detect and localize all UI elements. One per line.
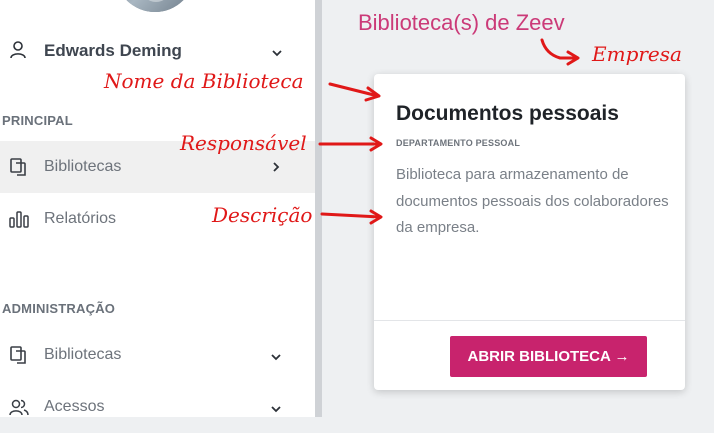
library-description: Biblioteca para armazenamento de documen…: [396, 166, 669, 236]
chevron-down-icon[interactable]: [270, 351, 282, 363]
library-department: DEPARTAMENTO PESSOAL: [396, 138, 521, 148]
sidebar-item-label: Acessos: [44, 398, 105, 415]
user-menu[interactable]: Edwards Deming: [0, 30, 315, 70]
user-icon: [10, 41, 26, 59]
chevron-down-icon[interactable]: [270, 403, 282, 415]
sidebar-item-label: Bibliotecas: [44, 346, 122, 363]
library-card: Documentos pessoais DEPARTAMENTO PESSOAL…: [374, 74, 685, 390]
sidebar-item-label: Bibliotecas: [44, 158, 122, 175]
section-label-principal: PRINCIPAL: [2, 113, 73, 128]
sidebar-item-label: Relatórios: [44, 210, 117, 227]
copy-icon: [10, 158, 26, 176]
chevron-right-icon: [273, 162, 280, 172]
card-divider: [374, 320, 685, 321]
annotation-empresa: Empresa: [592, 42, 682, 66]
sidebar-item-acessos[interactable]: Acessos: [0, 381, 315, 433]
annotation-responsavel: Responsável: [180, 131, 307, 155]
page-title: Biblioteca(s) de Zeev: [358, 10, 565, 35]
arrow-nome: [328, 82, 380, 98]
arrow-descricao: [320, 212, 382, 219]
bar-chart-icon: [9, 211, 29, 228]
arrow-empresa: [540, 38, 578, 60]
copy-icon: [10, 346, 26, 364]
open-library-button[interactable]: ABRIR BIBLIOTECA →: [450, 336, 647, 377]
annotation-descricao: Descrição: [212, 203, 313, 227]
annotation-nome: Nome da Biblioteca: [104, 69, 304, 93]
sidebar-item-admin-bibliotecas[interactable]: Bibliotecas: [0, 329, 315, 381]
users-icon: [9, 399, 29, 416]
sidebar-scrollbar[interactable]: [315, 0, 322, 417]
library-name: Documentos pessoais: [396, 102, 619, 125]
chevron-down-icon[interactable]: [271, 47, 283, 59]
avatar[interactable]: [115, 0, 195, 12]
section-label-administracao: ADMINISTRAÇÃO: [2, 301, 116, 316]
user-name: Edwards Deming: [44, 41, 182, 60]
arrow-empresa-head: [566, 50, 580, 66]
